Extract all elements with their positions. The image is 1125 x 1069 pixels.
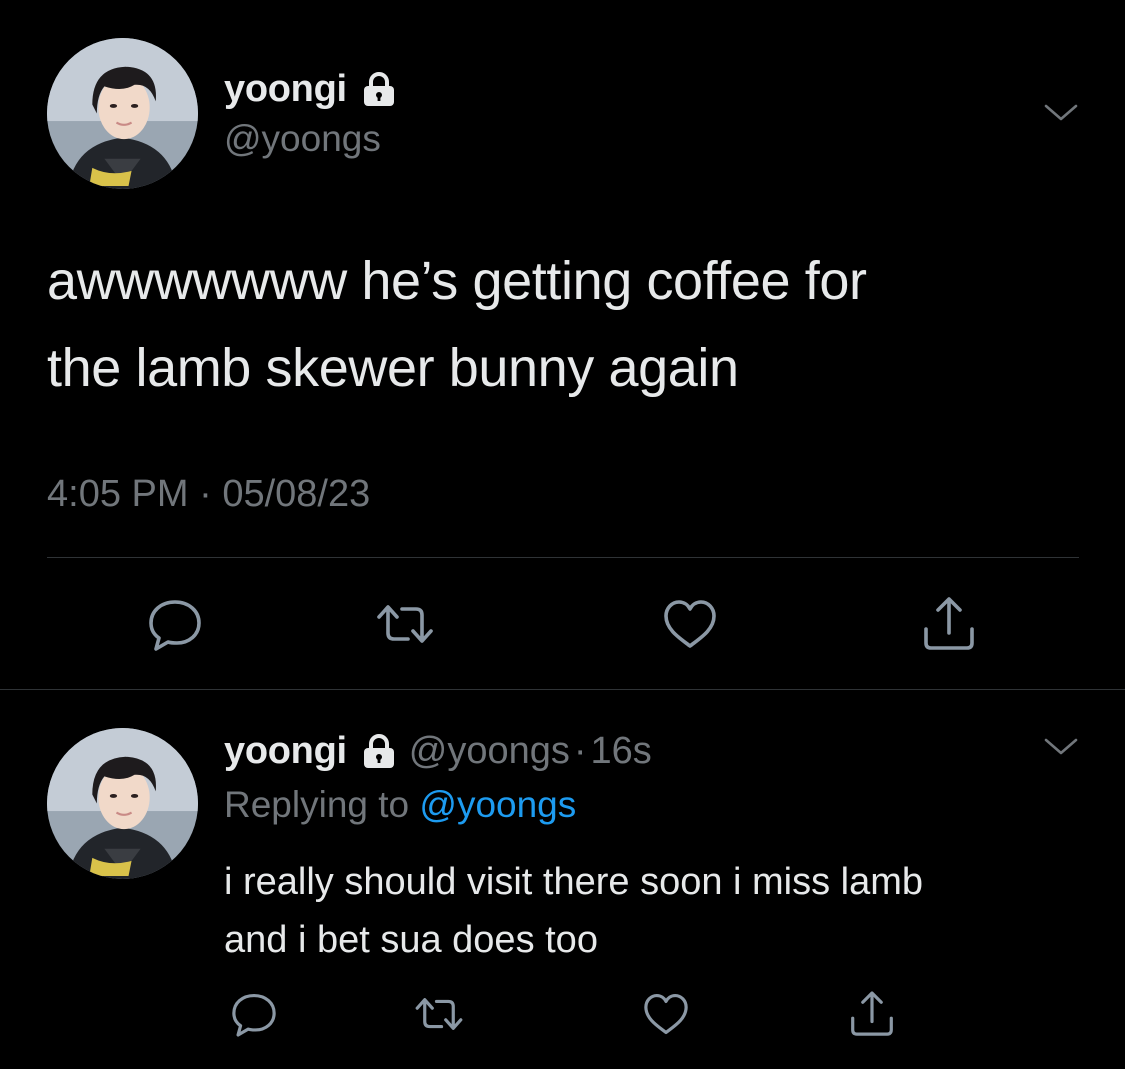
profile-photo-icon: [47, 38, 198, 189]
tweet-text-line: awwwwwww he’s getting coffee for: [47, 251, 867, 311]
heart-icon[interactable]: [640, 988, 692, 1040]
tweet-text-line: and i bet sua does too: [224, 919, 598, 961]
reply-icon[interactable]: [144, 593, 206, 655]
main-tweet: yoongi @yoongs awwwwwww he’s getting cof…: [0, 0, 1125, 690]
mention-link[interactable]: @yoongs: [419, 784, 576, 825]
replying-to: Replying to @yoongs: [224, 784, 576, 826]
share-icon[interactable]: [846, 988, 898, 1040]
timestamp-separator: ·: [188, 473, 223, 515]
retweet-icon[interactable]: [374, 593, 436, 655]
handle[interactable]: @yoongs: [224, 118, 381, 160]
tweet-time: 4:05 PM: [47, 473, 189, 515]
heart-icon[interactable]: [659, 593, 721, 655]
tweet-text: i really should visit there soon i miss …: [224, 853, 1104, 969]
thread-divider: [0, 689, 1125, 690]
avatar[interactable]: [47, 38, 198, 189]
display-name[interactable]: yoongi: [224, 68, 347, 111]
handle[interactable]: @yoongs: [409, 730, 570, 773]
reply-icon[interactable]: [228, 988, 280, 1040]
author-row: yoongi: [224, 64, 399, 114]
chevron-down-icon[interactable]: [1041, 732, 1081, 762]
tweet-date: 05/08/23: [222, 473, 371, 515]
author-row: yoongi @yoongs · 16s: [224, 726, 652, 776]
meta-separator: ·: [573, 729, 587, 772]
replying-to-label: Replying to: [224, 784, 420, 825]
tweet-text-line: i really should visit there soon i miss …: [224, 861, 924, 903]
chevron-down-icon[interactable]: [1041, 98, 1081, 128]
tweet-thread: yoongi @yoongs awwwwwww he’s getting cof…: [0, 0, 1125, 1069]
share-icon[interactable]: [918, 593, 980, 655]
profile-photo-icon: [47, 728, 198, 879]
lock-icon: [359, 69, 399, 109]
time-ago[interactable]: 16s: [591, 730, 652, 773]
lock-icon: [359, 731, 399, 771]
timestamp[interactable]: 4:05 PM · 05/08/23: [47, 473, 370, 516]
tweet-text-line: the lamb skewer bunny again: [47, 338, 739, 398]
divider: [47, 557, 1079, 558]
tweet-text: awwwwwww he’s getting coffee for the lam…: [47, 238, 1087, 412]
retweet-icon[interactable]: [413, 988, 465, 1040]
avatar[interactable]: [47, 728, 198, 879]
display-name[interactable]: yoongi: [224, 730, 347, 773]
